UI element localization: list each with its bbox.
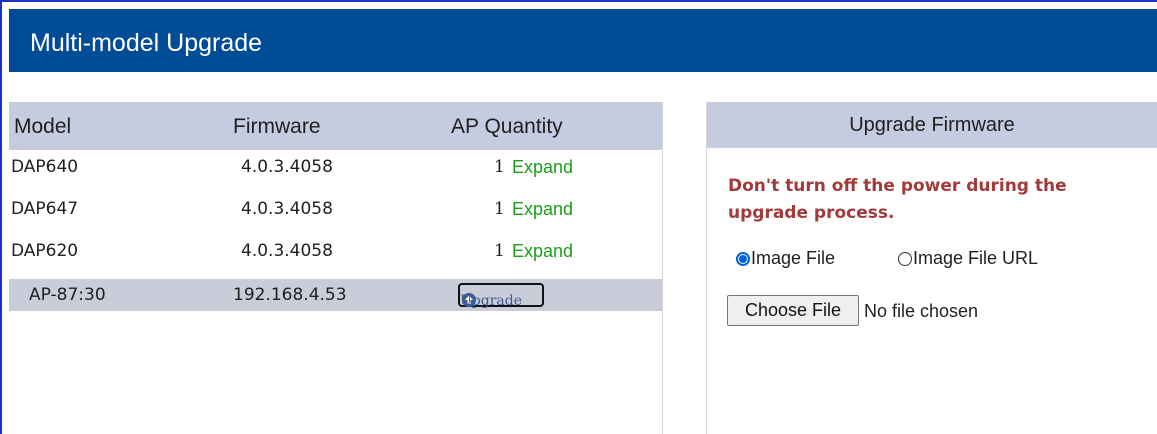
- model-table-panel: Model Firmware AP Quantity DAP640 4.0.3.…: [9, 102, 663, 434]
- choose-file-button[interactable]: Choose File: [727, 295, 859, 326]
- model-cell: DAP640: [11, 157, 79, 177]
- ap-row: AP-87:30 192.168.4.53 Upgrade: [9, 279, 662, 311]
- table-header: Model Firmware AP Quantity: [9, 102, 662, 150]
- power-warning-text: Don't turn off the power during the upgr…: [728, 176, 1067, 223]
- upgrade-button[interactable]: Upgrade: [458, 283, 544, 309]
- radio-image-file[interactable]: Image File: [736, 248, 835, 269]
- quantity-cell: 1: [494, 241, 505, 261]
- table-row: DAP647 4.0.3.4058 1 Expand: [9, 193, 662, 225]
- table-row: DAP620 4.0.3.4058 1 Expand: [9, 235, 662, 267]
- upgrade-button-label: Upgrade: [460, 293, 523, 309]
- firmware-cell: 4.0.3.4058: [241, 241, 333, 261]
- column-header-ap-quantity: AP Quantity: [451, 115, 563, 138]
- expand-link[interactable]: Expand: [512, 156, 573, 178]
- no-file-chosen-text: No file chosen: [864, 301, 979, 321]
- column-header-model: Model: [14, 115, 72, 138]
- model-cell: DAP647: [11, 199, 79, 219]
- column-header-firmware: Firmware: [233, 115, 321, 138]
- page-title: Multi-model Upgrade: [30, 29, 263, 57]
- upgrade-firmware-panel: Upgrade Firmware Don't turn off the powe…: [706, 102, 1157, 434]
- radio-image-file-url-label: Image File URL: [913, 248, 1039, 268]
- radio-button-checked[interactable]: [736, 251, 750, 266]
- title-bar: Multi-model Upgrade: [9, 9, 1157, 72]
- table-row: DAP640 4.0.3.4058 1 Expand: [9, 151, 662, 183]
- upgrade-panel-header: Upgrade Firmware: [707, 102, 1157, 148]
- firmware-cell: 4.0.3.4058: [241, 199, 333, 219]
- radio-image-file-url[interactable]: Image File URL: [898, 248, 1038, 269]
- radio-image-file-label: Image File: [751, 248, 836, 268]
- ap-name-cell: AP-87:30: [29, 285, 106, 305]
- expand-link[interactable]: Expand: [512, 240, 573, 262]
- radio-button-unchecked[interactable]: [898, 251, 912, 266]
- quantity-cell: 1: [494, 199, 505, 219]
- quantity-cell: 1: [494, 157, 505, 177]
- expand-link[interactable]: Expand: [512, 198, 573, 220]
- ap-ip-cell: 192.168.4.53: [233, 285, 347, 305]
- firmware-cell: 4.0.3.4058: [241, 157, 333, 177]
- model-cell: DAP620: [11, 241, 79, 261]
